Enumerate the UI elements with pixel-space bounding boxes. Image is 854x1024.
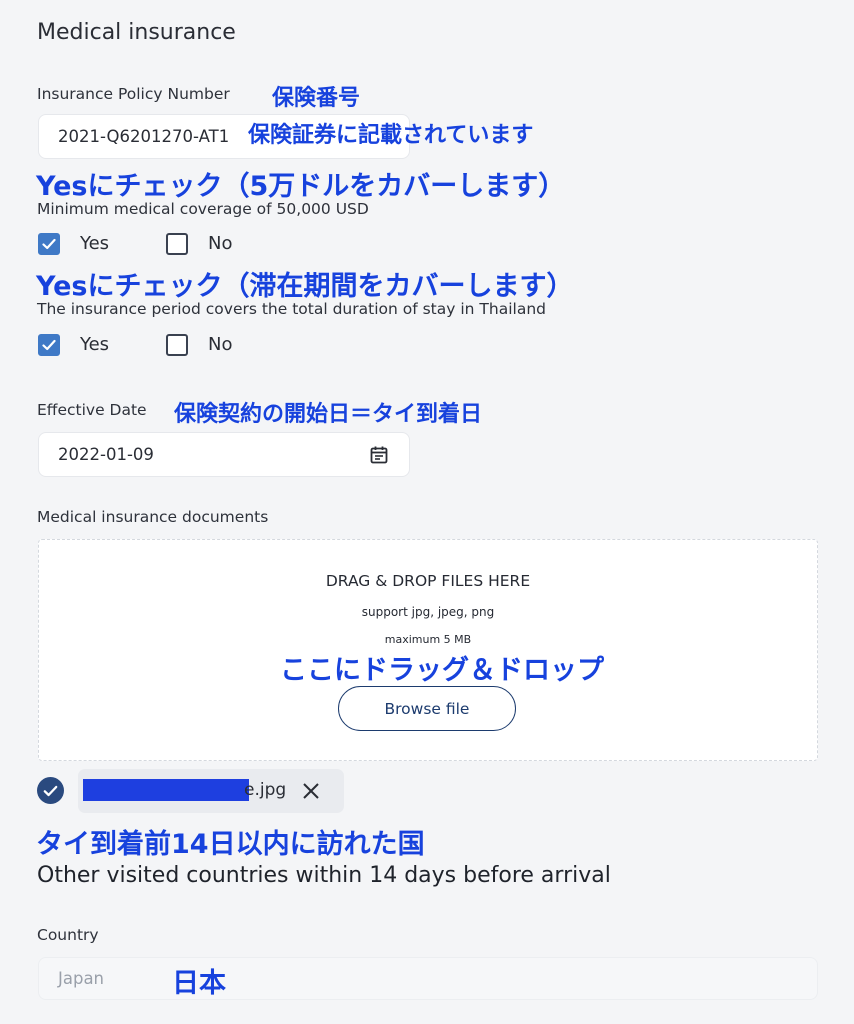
policy-number-label: Insurance Policy Number: [37, 85, 230, 103]
coverage-no-checkbox[interactable]: [166, 233, 188, 255]
uploaded-file-chip: e.jpg: [78, 769, 344, 813]
country-annotation: 日本: [172, 968, 226, 999]
dropzone-annotation: ここにドラッグ＆ドロップ: [280, 655, 604, 686]
dropzone-max-size: maximum 5 MB: [384, 633, 472, 646]
upload-complete-icon: [37, 777, 64, 804]
visited-heading: Other visited countries within 14 days b…: [37, 863, 611, 888]
period-yes-checkbox[interactable]: [38, 334, 60, 356]
coverage-yes-checkbox[interactable]: [38, 233, 60, 255]
close-icon[interactable]: [300, 780, 322, 806]
check-icon: [42, 339, 56, 351]
coverage-yes-label: Yes: [80, 233, 110, 254]
effective-date-label: Effective Date: [37, 401, 147, 419]
country-field[interactable]: Japan: [38, 957, 818, 1000]
period-yes-label: Yes: [80, 334, 110, 355]
period-annotation: Yesにチェック（滞在期間をカバーします）: [36, 271, 574, 302]
dropzone-title: DRAG & DROP FILES HERE: [325, 572, 531, 590]
check-icon: [42, 238, 56, 250]
coverage-question: Minimum medical coverage of 50,000 USD: [37, 200, 369, 218]
filename-redaction: [83, 779, 249, 801]
policy-number-annotation: 保険番号: [272, 86, 361, 111]
browse-file-button[interactable]: Browse file: [338, 686, 516, 731]
coverage-annotation: Yesにチェック（5万ドルをカバーします）: [36, 171, 566, 202]
effective-date-value: 2022-01-09: [58, 445, 154, 464]
dropzone-support-text: support jpg, jpeg, png: [361, 605, 495, 619]
uploaded-file-name: e.jpg: [244, 780, 287, 800]
period-no-label: No: [208, 334, 233, 355]
section-title: Medical insurance: [37, 20, 236, 45]
effective-date-field[interactable]: 2022-01-09: [38, 432, 410, 477]
policy-number-note-annotation: 保険証券に記載されています: [248, 123, 534, 148]
period-no-checkbox[interactable]: [166, 334, 188, 356]
period-question: The insurance period covers the total du…: [37, 300, 546, 318]
policy-number-value: 2021-Q6201270-AT1: [58, 127, 230, 146]
effective-date-annotation: 保険契約の開始日＝タイ到着日: [174, 402, 483, 427]
coverage-no-label: No: [208, 233, 233, 254]
visited-annotation: タイ到着前14日以内に訪れた国: [36, 829, 425, 860]
documents-label: Medical insurance documents: [37, 508, 269, 526]
country-label: Country: [37, 926, 99, 944]
country-placeholder: Japan: [58, 969, 105, 988]
calendar-icon[interactable]: [369, 445, 389, 469]
